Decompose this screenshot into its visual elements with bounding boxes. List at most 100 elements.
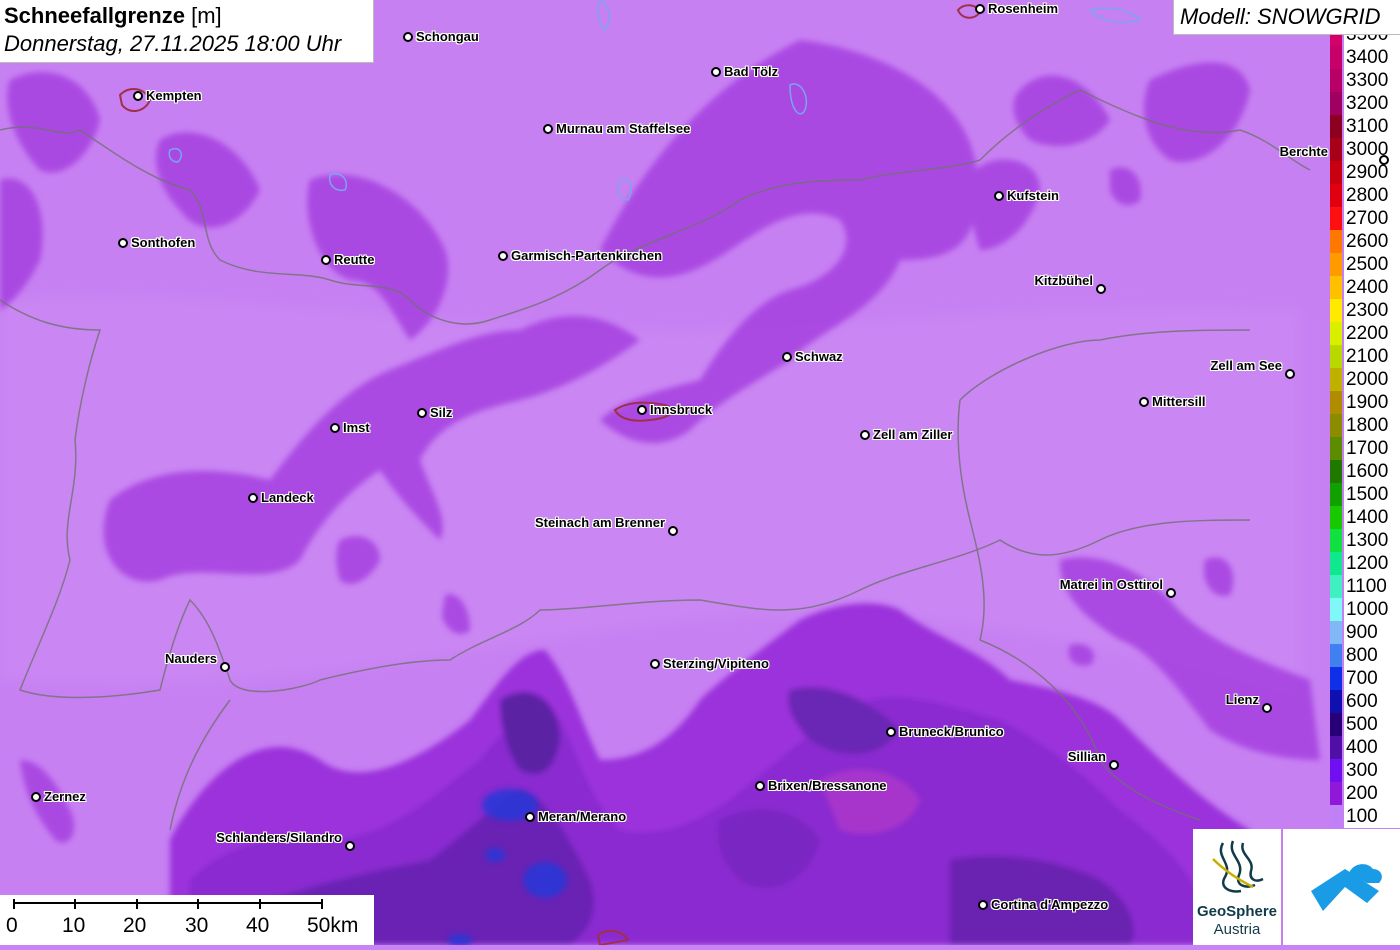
city-label[interactable]: Sonthofen [131,235,195,250]
city-label[interactable]: Landeck [261,490,314,505]
legend-entry: 2100 [1328,345,1400,368]
city-label[interactable]: Murnau am Staffelsee [556,121,690,136]
city-marker[interactable] [1285,369,1295,379]
city-marker[interactable] [321,255,331,265]
legend-swatch [1330,598,1342,621]
city-marker[interactable] [498,251,508,261]
legend-swatch [1330,368,1342,391]
legend-entry: 3100 [1328,115,1400,138]
city-label[interactable]: Sterzing/Vipiteno [663,656,769,671]
city-label[interactable]: Nauders [165,651,217,666]
city-marker[interactable] [782,352,792,362]
austria-logo-text: Austria [1213,921,1261,938]
city-marker[interactable] [637,405,647,415]
city-label[interactable]: Kufstein [1007,188,1059,203]
city-marker[interactable] [31,792,41,802]
app-logo[interactable] [1283,829,1400,945]
city-label[interactable]: Sillian [1068,749,1106,764]
city-label[interactable]: Bruneck/Brunico [899,724,1004,739]
city-label[interactable]: Zell am Ziller [873,427,952,442]
legend-label: 1800 [1344,414,1400,437]
map-title-box: Schneefallgrenze [m] Donnerstag, 27.11.2… [0,0,374,63]
city-label[interactable]: Zernez [44,789,86,804]
city-label[interactable]: Innsbruck [650,402,712,417]
city-marker[interactable] [118,238,128,248]
city-label[interactable]: Silz [430,405,452,420]
city-marker[interactable] [417,408,427,418]
city-marker[interactable] [975,4,985,14]
city-marker[interactable] [1262,703,1272,713]
city-marker[interactable] [1096,284,1106,294]
city-label[interactable]: Imst [343,420,370,435]
legend-entry: 1500 [1328,483,1400,506]
city-label[interactable]: Reutte [334,252,374,267]
city-marker[interactable] [650,659,660,669]
city-label[interactable]: Brixen/Bressanone [768,778,887,793]
city-marker[interactable] [755,781,765,791]
legend-label: 2900 [1344,161,1400,184]
legend-entry: 1900 [1328,391,1400,414]
city-label[interactable]: Schwaz [795,349,843,364]
city-label[interactable]: Garmisch-Partenkirchen [511,248,662,263]
city-marker[interactable] [543,124,553,134]
city-marker[interactable] [1109,760,1119,770]
city-marker[interactable] [1379,155,1389,165]
city-label[interactable]: Meran/Merano [538,809,626,824]
legend-entry: 600 [1328,690,1400,713]
legend-label: 1700 [1344,437,1400,460]
legend-label: 1100 [1344,575,1400,598]
city-marker[interactable] [220,662,230,672]
city-label[interactable]: Cortina d'Ampezzo [991,897,1108,912]
legend-swatch [1330,782,1342,805]
city-label[interactable]: Berchte [1280,144,1328,159]
legend-swatch [1330,805,1342,828]
legend-swatch [1330,552,1342,575]
city-marker[interactable] [525,812,535,822]
city-label[interactable]: Mittersill [1152,394,1205,409]
legend-swatch [1330,345,1342,368]
city-marker[interactable] [860,430,870,440]
city-marker[interactable] [978,900,988,910]
geosphere-austria-logo[interactable]: GeoSphere Austria [1193,829,1281,945]
city-marker[interactable] [133,91,143,101]
city-marker[interactable] [345,841,355,851]
legend-swatch [1330,161,1342,184]
city-marker[interactable] [403,32,413,42]
city-marker[interactable] [711,67,721,77]
legend-label: 2700 [1344,207,1400,230]
legend-label: 2000 [1344,368,1400,391]
legend-swatch [1330,414,1342,437]
city-label[interactable]: Zell am See [1210,358,1282,373]
legend-swatch [1330,69,1342,92]
city-label[interactable]: Kitzbühel [1035,273,1094,288]
city-label[interactable]: Rosenheim [988,1,1058,16]
city-label[interactable]: Lienz [1226,692,1259,707]
legend-swatch [1330,92,1342,115]
legend-label: 3500 [1344,35,1400,46]
city-label[interactable]: Bad Tölz [724,64,778,79]
city-label[interactable]: Schlanders/Silandro [216,830,342,845]
legend-entry: 700 [1328,667,1400,690]
legend-entry: 2900 [1328,161,1400,184]
city-label[interactable]: Matrei in Osttirol [1060,577,1163,592]
city-label[interactable]: Schongau [416,29,479,44]
scale-label-10: 10 [62,914,86,937]
legend-entry: 1700 [1328,437,1400,460]
city-label[interactable]: Steinach am Brenner [535,515,665,530]
city-marker[interactable] [994,191,1004,201]
legend-swatch [1330,230,1342,253]
legend-label: 700 [1344,667,1400,690]
city-label[interactable]: Kempten [146,88,202,103]
city-marker[interactable] [1139,397,1149,407]
city-marker[interactable] [668,526,678,536]
legend-swatch [1330,437,1342,460]
legend-swatch [1330,184,1342,207]
city-marker[interactable] [248,493,258,503]
city-marker[interactable] [330,423,340,433]
city-marker[interactable] [1166,588,1176,598]
legend-swatch [1330,138,1342,161]
legend-entry: 1000 [1328,598,1400,621]
snowfall-map[interactable] [0,0,1400,945]
legend-label: 200 [1344,782,1400,805]
city-marker[interactable] [886,727,896,737]
